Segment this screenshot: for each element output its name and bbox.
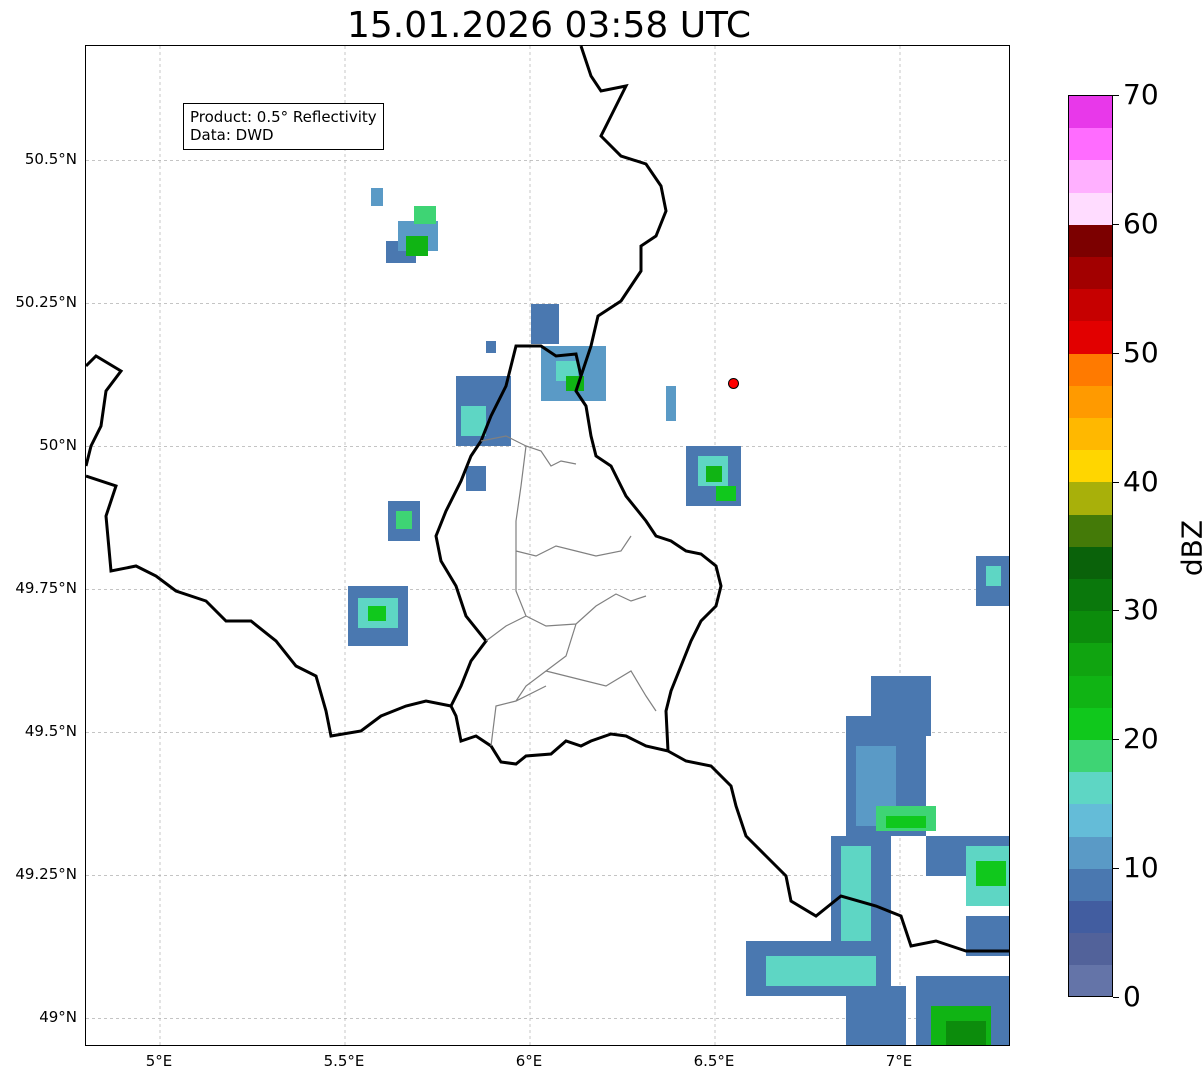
colorbar-segment xyxy=(1069,868,1112,902)
admin-borders xyxy=(480,435,657,747)
colorbar-segment xyxy=(1069,643,1112,676)
info-product: Product: 0.5° Reflectivity xyxy=(190,108,377,126)
colorbar-segment xyxy=(1069,675,1112,708)
colorbar-segment xyxy=(1069,418,1112,451)
colorbar-segment xyxy=(1069,385,1112,419)
longitude-tick-label: 5.5°E xyxy=(323,1052,365,1070)
colorbar-segment xyxy=(1069,546,1112,580)
radar-site-marker[interactable] xyxy=(728,377,739,389)
latitude-tick-label: 49.75°N xyxy=(15,579,77,598)
colorbar-tick xyxy=(1113,352,1119,354)
colorbar-segment xyxy=(1069,933,1112,966)
echo-cluster-belgium-1 xyxy=(388,501,420,541)
colorbar-segment xyxy=(1069,257,1112,290)
longitude-tick-label: 5°E xyxy=(145,1052,173,1070)
colorbar-tick-label: 30 xyxy=(1123,593,1159,627)
info-data-source: Data: DWD xyxy=(190,126,274,144)
colorbar-segment xyxy=(1069,482,1112,515)
map-canvas xyxy=(86,46,1009,1045)
colorbar-tick xyxy=(1113,481,1119,483)
colorbar-segment xyxy=(1069,707,1112,741)
colorbar-tick xyxy=(1113,739,1119,741)
echo-band-south-east xyxy=(746,676,1009,1045)
latitude-tick-label: 49.25°N xyxy=(15,865,77,884)
colorbar-tick-label: 40 xyxy=(1123,464,1159,498)
colorbar-segment xyxy=(1069,192,1112,225)
info-box: Product: 0.5° Reflectivity Data: DWD xyxy=(183,103,384,150)
echo-cluster-east-edge xyxy=(976,556,1009,606)
colorbar-segment xyxy=(1069,579,1112,612)
longitude-tick-label: 7°E xyxy=(885,1052,913,1070)
latitude-tick-label: 49°N xyxy=(39,1008,77,1027)
colorbar-segment xyxy=(1069,160,1112,193)
colorbar-tick-label: 50 xyxy=(1123,335,1159,369)
latitude-tick-label: 50.5°N xyxy=(24,150,77,169)
colorbar-tick xyxy=(1113,610,1119,612)
colorbar-segment xyxy=(1069,353,1112,386)
latitude-tick-label: 50°N xyxy=(39,436,77,455)
colorbar-tick xyxy=(1113,997,1119,998)
longitude-tick-label: 6.5°E xyxy=(693,1052,735,1070)
colorbar-segment xyxy=(1069,514,1112,547)
colorbar-segment xyxy=(1069,965,1112,996)
colorbar-tick-label: 60 xyxy=(1123,206,1159,240)
longitude-tick-label: 6°E xyxy=(515,1052,543,1070)
colorbar-label: dBZ xyxy=(1175,519,1202,577)
colorbar-tick-label: 0 xyxy=(1123,980,1141,1013)
colorbar-segment xyxy=(1069,321,1112,354)
colorbar-tick-label: 20 xyxy=(1123,722,1159,756)
colorbar xyxy=(1068,95,1113,997)
radar-map[interactable]: Product: 0.5° Reflectivity Data: DWD xyxy=(85,45,1010,1046)
latitude-tick-label: 50.25°N xyxy=(15,293,77,312)
colorbar-segment xyxy=(1069,772,1112,805)
colorbar-segment xyxy=(1069,224,1112,258)
map-title: 15.01.2026 03:58 UTC xyxy=(346,5,752,46)
colorbar-tick xyxy=(1113,95,1119,96)
colorbar-segment xyxy=(1069,740,1112,773)
colorbar-segment xyxy=(1069,611,1112,644)
colorbar-segment xyxy=(1069,836,1112,869)
radar-echoes xyxy=(348,188,1009,1045)
colorbar-tick xyxy=(1113,868,1119,870)
echo-cluster-north-west xyxy=(371,188,438,263)
colorbar-tick-label: 10 xyxy=(1123,851,1159,885)
echo-cluster-belgium-2 xyxy=(348,586,408,646)
echo-cluster-germany-east xyxy=(666,386,741,506)
colorbar-segment xyxy=(1069,289,1112,322)
colorbar-segment xyxy=(1069,450,1112,483)
latitude-tick-label: 49.5°N xyxy=(24,722,77,741)
colorbar-segment xyxy=(1069,901,1112,934)
colorbar-tick-label: 70 xyxy=(1123,78,1159,111)
colorbar-tick xyxy=(1113,223,1119,225)
colorbar-segment xyxy=(1069,128,1112,161)
colorbar-segment xyxy=(1069,96,1112,129)
colorbar-segment xyxy=(1069,804,1112,837)
